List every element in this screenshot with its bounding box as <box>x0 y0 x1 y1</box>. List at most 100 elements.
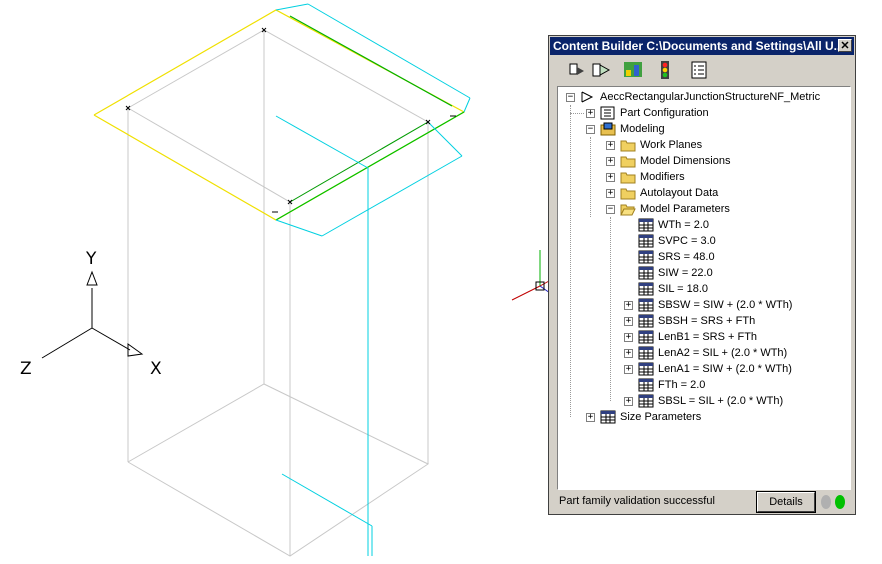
parameter-row[interactable]: + SBSH = SRS + FTh <box>558 313 848 329</box>
panel-title-bar[interactable]: Content Builder C:\Documents and Setting… <box>550 37 854 55</box>
folder-icon <box>620 170 636 184</box>
tree-root-label: AeccRectangularJunctionStructureNF_Metri… <box>600 91 821 103</box>
close-button[interactable]: ✕ <box>838 39 852 52</box>
ucs-icon: Y X Z <box>20 249 162 379</box>
parameter-label: LenA2 = SIL + (2.0 * WTh) <box>658 347 788 359</box>
expand-toggle[interactable]: + <box>624 349 633 358</box>
tree-item-modifiers[interactable]: + Modifiers <box>558 169 848 185</box>
expand-toggle[interactable]: + <box>624 365 633 374</box>
parameter-row[interactable]: + LenA2 = SIL + (2.0 * WTh) <box>558 345 848 361</box>
validate-icon[interactable] <box>622 59 644 81</box>
parameter-row[interactable]: + LenA1 = SIW + (2.0 * WTh) <box>558 361 848 377</box>
parameter-label: SRS = 48.0 <box>658 251 715 263</box>
z-axis-label: Z <box>20 359 32 379</box>
tree-item-size-parameters[interactable]: + Size Parameters <box>558 409 848 425</box>
collapse-toggle[interactable]: − <box>606 205 615 214</box>
table-icon <box>638 346 654 360</box>
table-icon <box>638 266 654 280</box>
table-icon <box>638 250 654 264</box>
collapse-toggle[interactable]: − <box>566 93 575 102</box>
parameter-row[interactable]: + LenB1 = SRS + FTh <box>558 329 848 345</box>
expand-toggle[interactable]: + <box>586 109 595 118</box>
details-button[interactable]: Details <box>756 491 816 513</box>
expand-toggle[interactable]: + <box>606 189 615 198</box>
vertex-markers <box>125 27 456 213</box>
parameter-row[interactable]: SIL = 18.0 <box>558 281 848 297</box>
tree-item-label: Part Configuration <box>620 107 709 119</box>
tree-item-label: Modeling <box>620 123 665 135</box>
tree-item-model-parameters[interactable]: − Model Parameters <box>558 201 848 217</box>
parameter-row[interactable]: SRS = 48.0 <box>558 249 848 265</box>
top-slab-outline <box>93 9 466 221</box>
parameter-label: SBSW = SIW + (2.0 * WTh) <box>658 299 793 311</box>
list-icon[interactable] <box>688 59 710 81</box>
tree-item-model-dimensions[interactable]: + Model Dimensions <box>558 153 848 169</box>
tree-item-autolayout-data[interactable]: + Autolayout Data <box>558 185 848 201</box>
expand-toggle[interactable]: + <box>606 157 615 166</box>
status-light-inactive <box>821 495 831 509</box>
status-light-ok <box>835 495 845 509</box>
configuration-icon <box>600 106 616 120</box>
expand-toggle[interactable]: + <box>624 317 633 326</box>
export-icon[interactable] <box>590 59 612 81</box>
parameter-row[interactable]: + SBSL = SIL + (2.0 * WTh) <box>558 393 848 409</box>
part-builder-icon[interactable] <box>566 59 588 81</box>
parameter-row[interactable]: + SBSW = SIW + (2.0 * WTh) <box>558 297 848 313</box>
expand-toggle[interactable]: + <box>624 333 633 342</box>
panel-toolbar <box>550 58 854 84</box>
tree-item-label: Modifiers <box>640 171 685 183</box>
parameter-row[interactable]: SIW = 22.0 <box>558 265 848 281</box>
y-axis-label: Y <box>85 249 97 269</box>
tree-root[interactable]: − AeccRectangularJunctionStructureNF_Met… <box>558 89 848 105</box>
table-icon <box>638 362 654 376</box>
tree-item-label: Work Planes <box>640 139 703 151</box>
table-icon <box>638 234 654 248</box>
tree-item-part-configuration[interactable]: + Part Configuration <box>558 105 848 121</box>
table-icon <box>638 394 654 408</box>
close-icon: ✕ <box>840 40 850 52</box>
parameter-label: WTh = 2.0 <box>658 219 710 231</box>
table-icon <box>638 298 654 312</box>
collapse-toggle[interactable]: − <box>586 125 595 134</box>
expand-toggle[interactable]: + <box>606 141 615 150</box>
status-bar: Part family validation successful Detail… <box>557 491 851 514</box>
part-family-icon <box>580 90 596 104</box>
parameter-label: SBSH = SRS + FTh <box>658 315 756 327</box>
folder-icon <box>620 186 636 200</box>
box-wireframe <box>127 29 430 557</box>
open-folder-icon <box>620 202 636 216</box>
content-builder-panel: Content Builder C:\Documents and Setting… <box>548 35 856 515</box>
parameter-row[interactable]: WTh = 2.0 <box>558 217 848 233</box>
parameter-label: SIW = 22.0 <box>658 267 713 279</box>
parameter-label: FTh = 2.0 <box>658 379 706 391</box>
tree-item-label: Model Parameters <box>640 203 730 215</box>
parameter-label: LenA1 = SIW + (2.0 * WTh) <box>658 363 792 375</box>
tree-item-label: Size Parameters <box>620 411 702 423</box>
traffic-light-icon[interactable] <box>654 59 676 81</box>
dimension-lines <box>275 3 471 556</box>
expand-toggle[interactable]: + <box>586 413 595 422</box>
table-icon <box>638 314 654 328</box>
panel-title: Content Builder C:\Documents and Setting… <box>553 39 844 53</box>
parameter-label: LenB1 = SRS + FTh <box>658 331 758 343</box>
folder-icon <box>620 154 636 168</box>
expand-toggle[interactable]: + <box>624 301 633 310</box>
parameter-row[interactable]: FTh = 2.0 <box>558 377 848 393</box>
modeling-icon <box>600 122 616 136</box>
folder-icon <box>620 138 636 152</box>
expand-toggle[interactable]: + <box>624 397 633 406</box>
table-icon <box>638 378 654 392</box>
tree-item-modeling[interactable]: − Modeling <box>558 121 848 137</box>
table-icon <box>638 218 654 232</box>
tree-item-work-planes[interactable]: + Work Planes <box>558 137 848 153</box>
parameter-row[interactable]: SVPC = 3.0 <box>558 233 848 249</box>
table-icon <box>638 330 654 344</box>
table-icon <box>600 410 616 424</box>
tree-item-label: Model Dimensions <box>640 155 731 167</box>
expand-toggle[interactable]: + <box>606 173 615 182</box>
status-text: Part family validation successful <box>559 495 715 507</box>
table-icon <box>638 282 654 296</box>
parameter-label: SIL = 18.0 <box>658 283 709 295</box>
x-axis-label: X <box>150 359 162 379</box>
part-tree[interactable]: − AeccRectangularJunctionStructureNF_Met… <box>557 86 851 490</box>
